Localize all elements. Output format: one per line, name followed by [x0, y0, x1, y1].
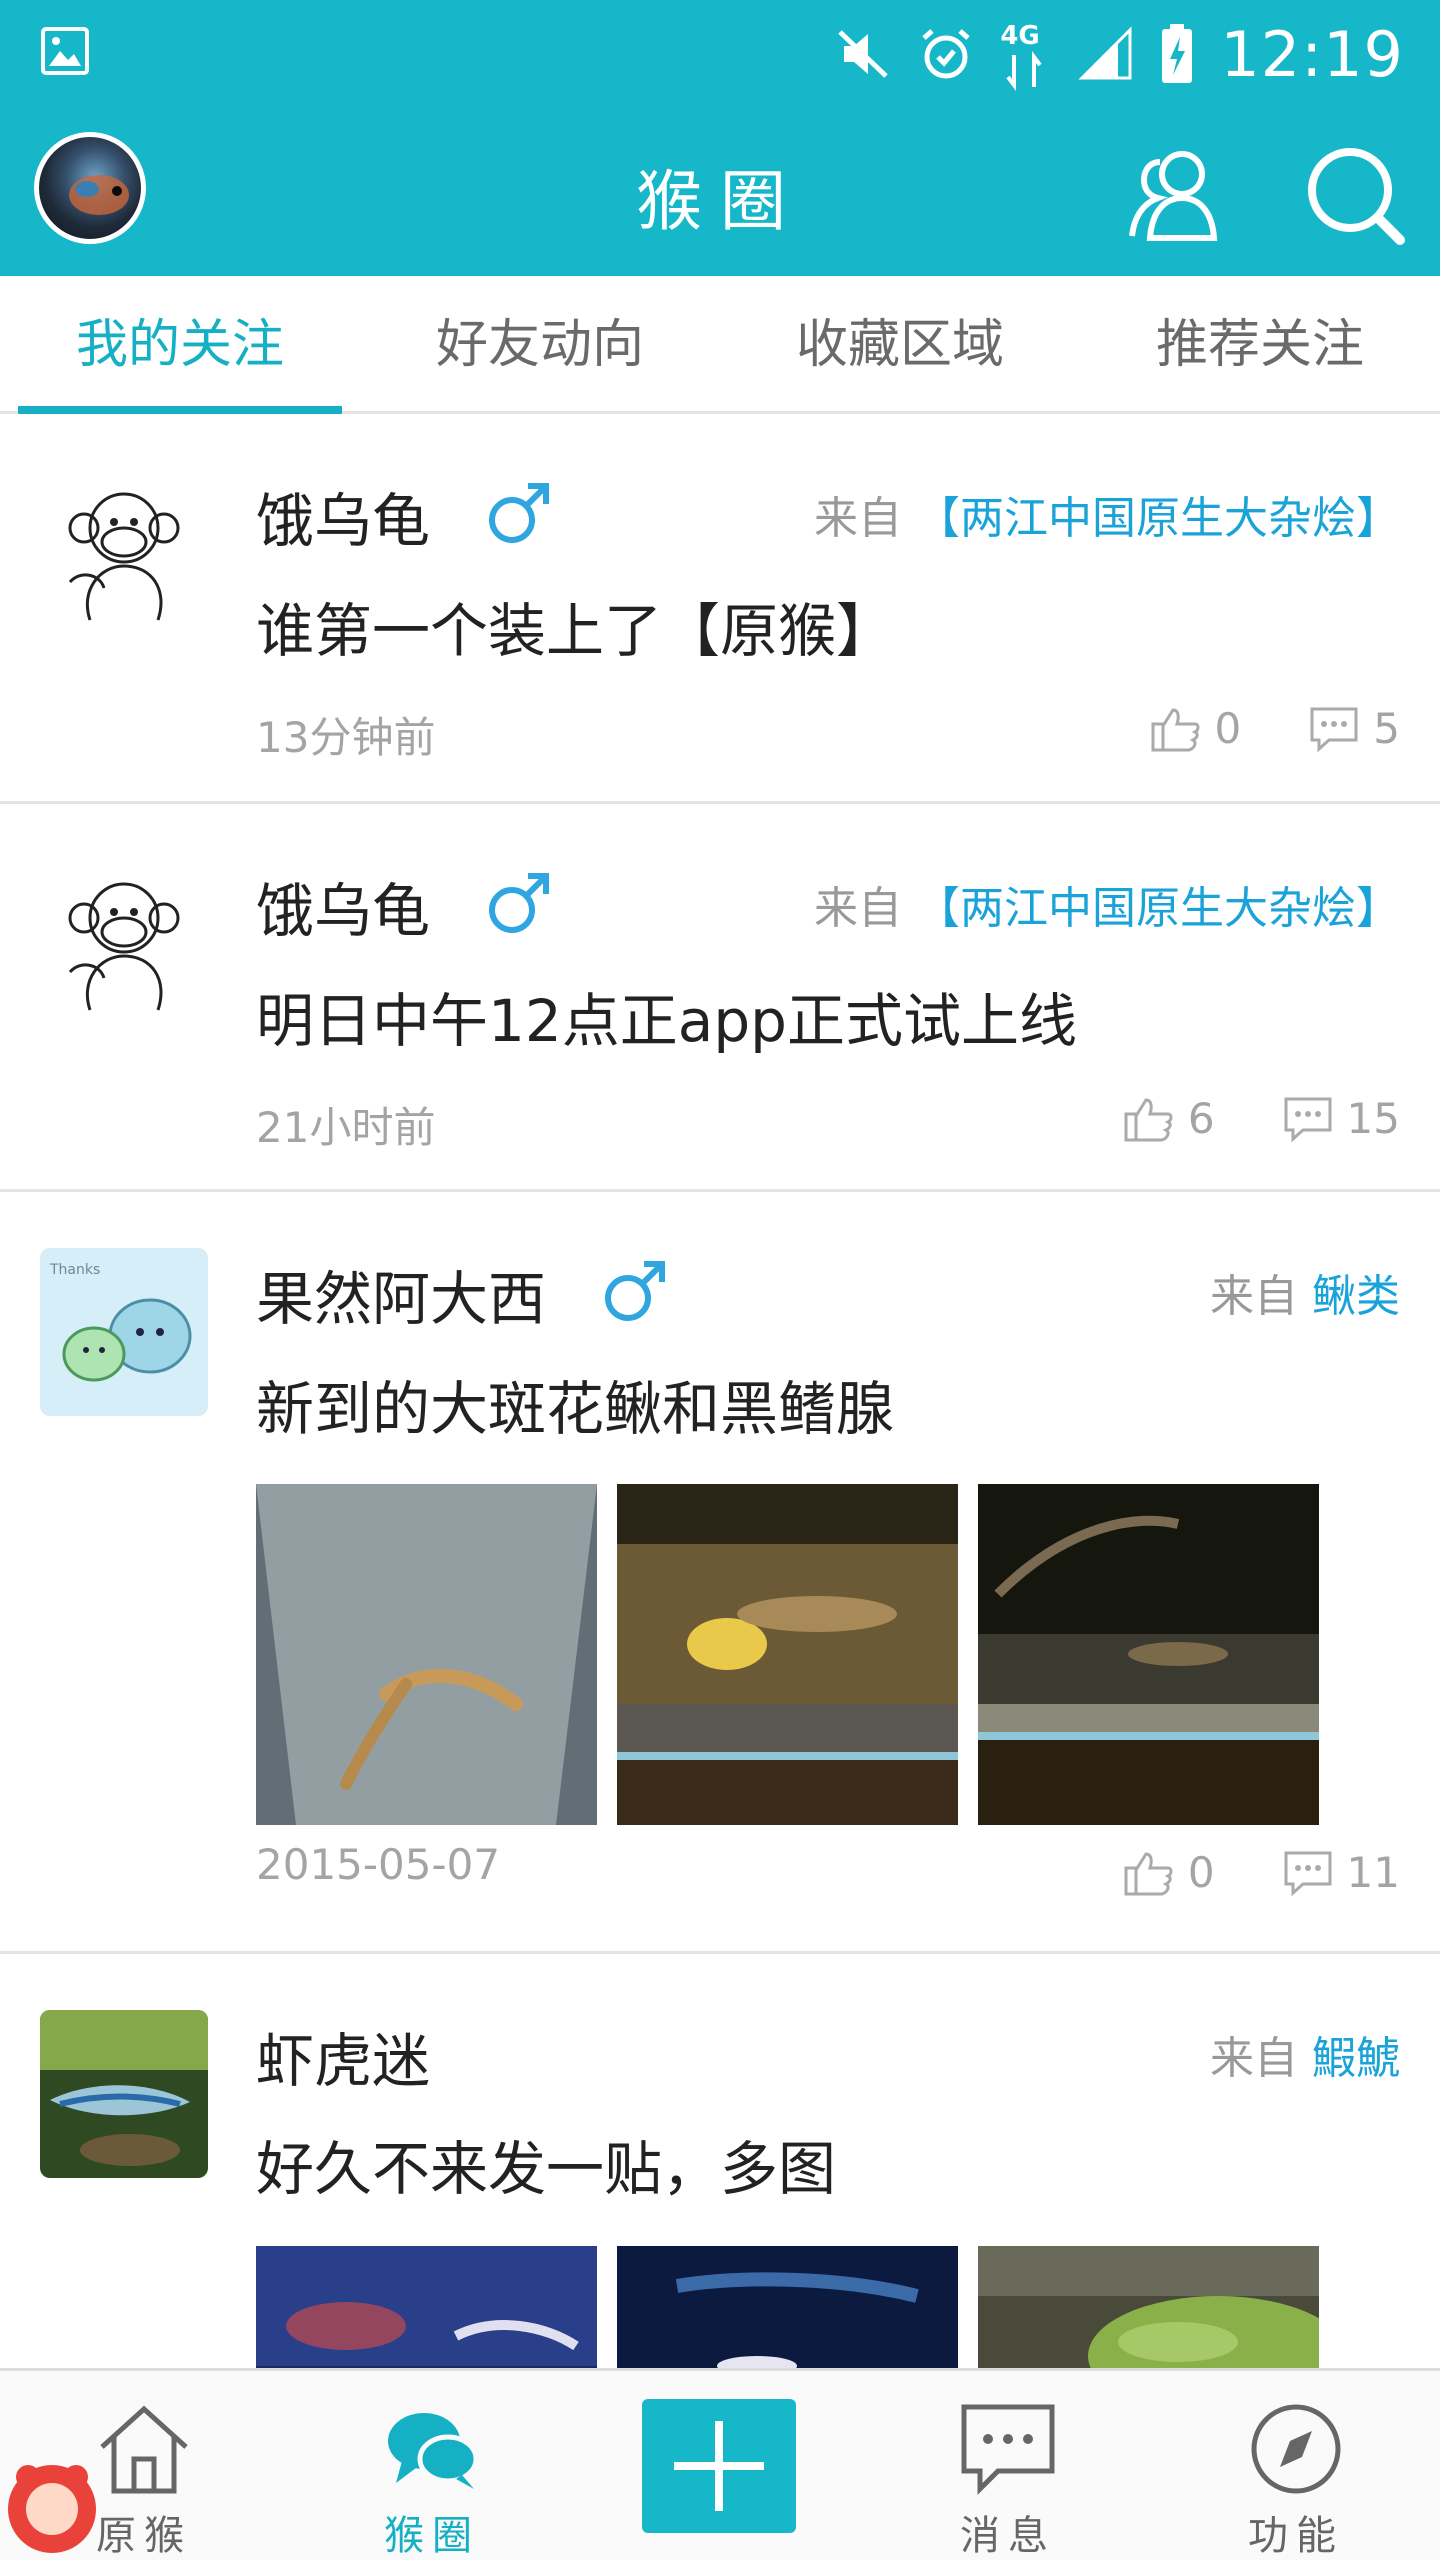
post-image[interactable]: [978, 1484, 1319, 1825]
post-source: 来自 鰕鯱: [1210, 2022, 1400, 2086]
image-notification-icon: [41, 27, 89, 75]
tab-recommended-follows[interactable]: 推荐关注: [1080, 276, 1440, 411]
tab-friend-activity[interactable]: 好友动向: [360, 276, 720, 411]
status-bar: 4G 12:19: [0, 0, 1440, 110]
nav-functions[interactable]: 功能: [1152, 2371, 1440, 2560]
post-image[interactable]: [256, 2246, 597, 2368]
nav-label: 猴圈: [384, 2513, 480, 2559]
source-label: 来自: [1210, 1271, 1298, 1322]
post-image[interactable]: [978, 2246, 1319, 2368]
post-author-name[interactable]: 虾虎迷: [256, 2014, 430, 2098]
tab-favorite-areas[interactable]: 收藏区域: [720, 276, 1080, 411]
post-image-grid: [256, 1484, 1319, 1825]
cartoon-avatar: Thanks: [40, 1248, 208, 1416]
friends-icon[interactable]: [1120, 140, 1230, 250]
post-image[interactable]: [617, 2246, 958, 2368]
feed-tabs: 我的关注 好友动向 收藏区域 推荐关注: [0, 276, 1440, 414]
like-count: 6: [1187, 1094, 1215, 1143]
post-item[interactable]: Thanks 果然阿大西 来自 鳅类 新到的大斑花鳅和黑鳍腺 2015-05-0…: [0, 1192, 1440, 1954]
clock: 12:19: [1220, 17, 1404, 91]
source-group-link[interactable]: 鰕鯱: [1312, 2033, 1400, 2084]
post-author-avatar[interactable]: [40, 2010, 208, 2178]
site-logo-watermark: [8, 2465, 96, 2553]
alarm-icon: [922, 29, 970, 79]
post-content[interactable]: 好久不来发一贴，多图: [256, 2122, 836, 2206]
post-item[interactable]: 饿乌龟 来自 【两江中国原生大杂烩】 明日中午12点正app正式试上线 21小时…: [0, 804, 1440, 1192]
new-post-button[interactable]: [642, 2399, 796, 2533]
post-content[interactable]: 明日中午12点正app正式试上线: [256, 974, 1077, 1058]
bottom-navigation: 原猴 猴圈 消息 功能: [0, 2368, 1440, 2560]
post-content[interactable]: 新到的大斑花鳅和黑鳍腺: [256, 1362, 894, 1446]
post-source: 来自 【两江中国原生大杂烩】: [814, 872, 1400, 936]
nav-label: 消息: [960, 2513, 1056, 2559]
app-header: 猴圈: [0, 110, 1440, 276]
source-label: 来自: [814, 493, 902, 544]
post-item[interactable]: 饿乌龟 来自 【两江中国原生大杂烩】 谁第一个装上了【原猴】 13分钟前 0 5: [0, 414, 1440, 804]
monkey-sketch-avatar: [40, 860, 208, 1028]
svg-text:Thanks: Thanks: [49, 1262, 100, 1278]
nav-monkey-circle[interactable]: 猴圈: [288, 2371, 576, 2560]
post-source: 来自 鳅类: [1210, 1260, 1400, 1324]
post-item[interactable]: 虾虎迷 来自 鰕鯱 好久不来发一贴，多图: [0, 1954, 1440, 2368]
signal-icon: [1078, 26, 1132, 80]
like-icon[interactable]: [1124, 1850, 1174, 1896]
post-image[interactable]: [617, 1484, 958, 1825]
post-author-avatar[interactable]: [40, 470, 208, 638]
network-type-label: 4G: [1000, 21, 1040, 51]
source-label: 来自: [1210, 2033, 1298, 2084]
tab-my-follows[interactable]: 我的关注: [0, 276, 360, 414]
source-group-link[interactable]: 鳅类: [1312, 1271, 1400, 1322]
source-group-link[interactable]: 【两江中国原生大杂烩】: [916, 883, 1400, 934]
comment-icon[interactable]: [1309, 706, 1359, 752]
male-icon: [489, 873, 549, 933]
post-author-name[interactable]: 饿乌龟: [256, 474, 430, 558]
post-time: 13分钟前: [256, 713, 436, 762]
post-image[interactable]: [256, 1484, 597, 1825]
post-author-avatar[interactable]: Thanks: [40, 1248, 208, 1416]
nav-label: 功能: [1248, 2513, 1344, 2559]
post-author-name[interactable]: 果然阿大西: [256, 1252, 546, 1336]
post-image-grid: [256, 2246, 1319, 2368]
post-stats: 0 11: [1124, 1848, 1400, 1897]
post-stats: 0 5: [1151, 704, 1400, 753]
like-count: 0: [1187, 1848, 1215, 1897]
post-author-avatar[interactable]: [40, 860, 208, 1028]
post-source: 来自 【两江中国原生大杂烩】: [814, 482, 1400, 546]
nav-home[interactable]: 原猴: [0, 2371, 288, 2560]
post-time: 2015-05-07: [256, 1840, 501, 1889]
source-group-link[interactable]: 【两江中国原生大杂烩】: [916, 493, 1400, 544]
source-label: 来自: [814, 883, 902, 934]
comment-count: 11: [1346, 1848, 1400, 1897]
post-content[interactable]: 谁第一个装上了【原猴】: [256, 584, 894, 668]
post-time: 21小时前: [256, 1103, 436, 1152]
search-icon[interactable]: [1300, 140, 1410, 250]
monkey-sketch-avatar: [40, 470, 208, 638]
comment-icon[interactable]: [1283, 1850, 1333, 1896]
fish-photo-avatar: [40, 2010, 208, 2178]
like-count: 0: [1214, 704, 1242, 753]
comment-icon[interactable]: [1283, 1096, 1333, 1142]
like-icon[interactable]: [1124, 1096, 1174, 1142]
plus-icon: [674, 2421, 764, 2511]
battery-charging-icon: [1162, 24, 1193, 83]
post-author-name[interactable]: 饿乌龟: [256, 864, 430, 948]
like-icon[interactable]: [1151, 706, 1201, 752]
comment-count: 15: [1346, 1094, 1400, 1143]
post-stats: 6 15: [1124, 1094, 1400, 1143]
male-icon: [605, 1261, 665, 1321]
comment-count: 5: [1373, 704, 1400, 753]
compass-icon: [1251, 2404, 1341, 2494]
chat-bubbles-icon: [388, 2413, 479, 2489]
male-icon: [489, 483, 549, 543]
post-feed: 饿乌龟 来自 【两江中国原生大杂烩】 谁第一个装上了【原猴】 13分钟前 0 5: [0, 414, 1440, 2368]
network-4g-icon: 4G: [1000, 19, 1052, 91]
mute-icon: [838, 30, 889, 78]
nav-messages[interactable]: 消息: [864, 2371, 1152, 2560]
message-icon: [961, 2404, 1055, 2496]
